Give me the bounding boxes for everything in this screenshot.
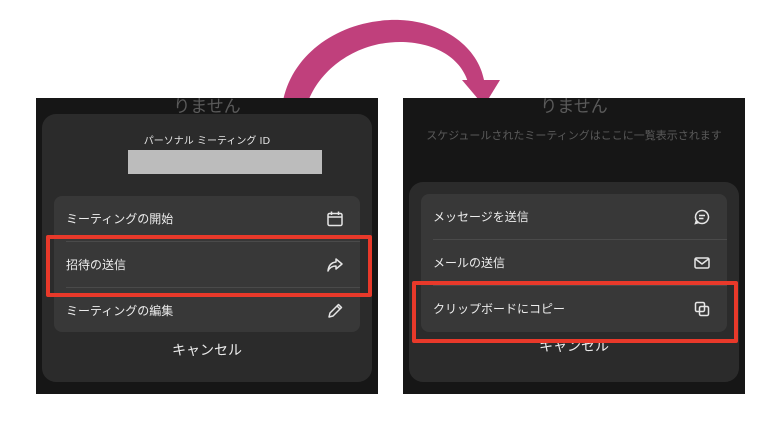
cancel-button[interactable]: キャンセル: [409, 336, 739, 356]
menu-item-label: クリップボードにコピー: [433, 302, 566, 316]
share-icon: [326, 256, 344, 274]
pencil-icon: [326, 302, 344, 320]
menu-item-send-email[interactable]: メールの送信: [421, 240, 727, 285]
copy-icon: [693, 300, 711, 318]
background-title: りません: [540, 98, 608, 117]
mail-icon: [693, 254, 711, 272]
menu-group: メッセージを送信 メールの送信 クリップボードにコピー: [421, 194, 727, 332]
menu-item-label: メッセージを送信: [433, 210, 529, 224]
left-screenshot-panel: りません パーソナル ミーティング ID ミーティングの開始 招待の送信 ミーテ…: [36, 98, 378, 394]
menu-item-edit-meeting[interactable]: ミーティングの編集: [54, 288, 360, 333]
menu-item-label: 招待の送信: [66, 258, 127, 272]
menu-group: ミーティングの開始 招待の送信 ミーティングの編集: [54, 196, 360, 332]
menu-item-label: メールの送信: [433, 256, 506, 270]
menu-item-send-invite[interactable]: 招待の送信: [54, 242, 360, 287]
redacted-meeting-id: [128, 150, 322, 174]
cancel-button[interactable]: キャンセル: [42, 340, 372, 360]
background-subtitle: スケジュールされたミーティングはここに一覧表示されます: [426, 129, 722, 142]
message-icon: [693, 208, 711, 226]
menu-item-send-message[interactable]: メッセージを送信: [421, 194, 727, 239]
menu-item-start-meeting[interactable]: ミーティングの開始: [54, 196, 360, 241]
personal-meeting-id-label: パーソナル ミーティング ID: [143, 136, 271, 147]
calendar-icon: [326, 210, 344, 228]
action-sheet: メッセージを送信 メールの送信 クリップボードにコピー キャンセル: [409, 182, 739, 382]
right-screenshot-panel: りません スケジュールされたミーティングはここに一覧表示されます メッセージを送…: [403, 98, 745, 394]
menu-item-label: ミーティングの編集: [66, 304, 174, 318]
action-sheet: パーソナル ミーティング ID ミーティングの開始 招待の送信 ミーティングの編…: [42, 114, 372, 382]
menu-item-label: ミーティングの開始: [66, 212, 174, 226]
menu-item-copy-clipboard[interactable]: クリップボードにコピー: [421, 286, 727, 331]
